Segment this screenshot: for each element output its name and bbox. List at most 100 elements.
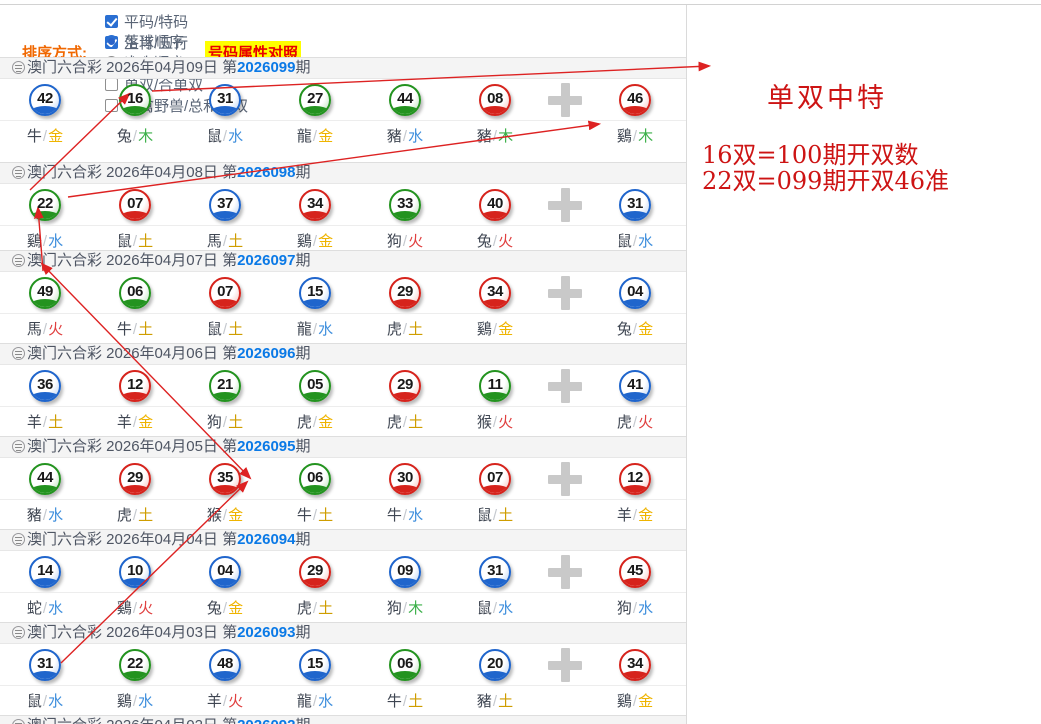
ball-number: 05	[301, 376, 329, 393]
ball-label: 龍/水	[270, 318, 360, 339]
checkbox-icon[interactable]	[105, 78, 118, 91]
element-text: 金	[48, 128, 63, 145]
period-suffix: 期	[296, 59, 311, 76]
lottery-ball: 44	[29, 463, 61, 495]
lottery-ball: 42	[29, 84, 61, 116]
zodiac-text: 兔	[617, 321, 632, 338]
ball-row-divider	[0, 120, 686, 121]
zodiac-text: 虎	[117, 507, 132, 524]
period-prefix: 第	[222, 252, 237, 269]
draw-date: 2026年04月08日	[106, 164, 222, 181]
ball-label: 虎/金	[270, 411, 360, 432]
element-text: 土	[48, 414, 63, 431]
zodiac-text: 牛	[387, 507, 402, 524]
zodiac-text: 虎	[617, 414, 632, 431]
ball-number: 31	[211, 90, 239, 107]
element-text: 土	[138, 321, 153, 338]
element-text: 土	[408, 693, 423, 710]
ball-row-divider	[0, 499, 686, 500]
element-text: 土	[408, 321, 423, 338]
lottery-ball: 49	[29, 277, 61, 309]
element-text: 土	[138, 507, 153, 524]
ball-label: 羊/金	[590, 504, 680, 525]
ball-number: 06	[121, 283, 149, 300]
element-text: 土	[318, 600, 333, 617]
period-prefix: 第	[222, 531, 237, 548]
period-prefix: 第	[222, 164, 237, 181]
element-text: 土	[228, 233, 243, 250]
zodiac-text: 豬	[477, 128, 492, 145]
element-text: 土	[138, 233, 153, 250]
ball-label: 鷄/金	[270, 230, 360, 251]
element-text: 土	[498, 507, 513, 524]
element-text: 火	[638, 414, 653, 431]
lottery-ball: 12	[119, 370, 151, 402]
special-ball: 41	[619, 370, 651, 402]
element-text: 火	[498, 233, 513, 250]
period-suffix: 期	[296, 531, 311, 548]
zodiac-text: 馬	[27, 321, 42, 338]
draw-name: 澳门六合彩	[27, 531, 106, 548]
special-ball: 04	[619, 277, 651, 309]
element-text: 水	[408, 128, 423, 145]
zodiac-text: 鼠	[117, 233, 132, 250]
ball-label: 虎/土	[360, 411, 450, 432]
ball-label: 虎/土	[360, 318, 450, 339]
ball-label: 虎/火	[590, 411, 680, 432]
lottery-ball: 27	[299, 84, 331, 116]
element-text: 木	[138, 128, 153, 145]
period-prefix: 第	[222, 624, 237, 641]
period-suffix: 期	[296, 717, 311, 724]
lottery-ball: 07	[209, 277, 241, 309]
element-text: 火	[228, 693, 243, 710]
lottery-ball: 37	[209, 189, 241, 221]
zodiac-text: 鷄	[27, 233, 42, 250]
lottery-ball: 34	[479, 277, 511, 309]
zodiac-text: 鼠	[477, 600, 492, 617]
ball-number: 29	[301, 562, 329, 579]
lottery-ball: 06	[119, 277, 151, 309]
period-number: 2026097	[237, 252, 295, 269]
secret-icon	[12, 61, 25, 74]
ball-number: 33	[391, 195, 419, 212]
element-text: 木	[408, 600, 423, 617]
ball-number: 46	[621, 90, 649, 107]
draw-date: 2026年04月07日	[106, 252, 222, 269]
ball-label: 狗/火	[360, 230, 450, 251]
element-text: 水	[228, 128, 243, 145]
checkbox-icon[interactable]	[105, 15, 118, 28]
zodiac-text: 兔	[477, 233, 492, 250]
ball-number: 21	[211, 376, 239, 393]
element-text: 水	[48, 233, 63, 250]
ball-label: 豬/土	[450, 690, 540, 711]
radio-icon[interactable]	[105, 35, 118, 48]
ball-label: 鼠/水	[590, 230, 680, 251]
plus-icon	[548, 276, 582, 310]
sort-option-0[interactable]: 落球顺序	[105, 31, 184, 52]
ball-label: 豬/木	[450, 125, 540, 146]
ball-row-divider	[0, 406, 686, 407]
lottery-ball: 14	[29, 556, 61, 588]
ball-label: 狗/木	[360, 597, 450, 618]
plus-icon	[548, 83, 582, 117]
view-option-0[interactable]: 平码/特码	[105, 11, 248, 32]
element-text: 金	[228, 507, 243, 524]
checkbox-icon[interactable]	[105, 99, 118, 112]
element-text: 木	[638, 128, 653, 145]
secret-icon	[12, 533, 25, 546]
zodiac-text: 鼠	[207, 128, 222, 145]
draw-header: 澳门六合彩 2026年04月07日 第2026097期	[0, 250, 686, 272]
ball-label: 鼠/水	[450, 597, 540, 618]
special-ball: 46	[619, 84, 651, 116]
ball-number: 40	[481, 195, 509, 212]
lottery-ball: 06	[389, 649, 421, 681]
lottery-ball: 40	[479, 189, 511, 221]
ball-label: 狗/水	[590, 597, 680, 618]
ball-number: 09	[391, 562, 419, 579]
ball-number: 04	[211, 562, 239, 579]
zodiac-text: 龍	[297, 128, 312, 145]
lottery-ball: 22	[119, 649, 151, 681]
zodiac-text: 鷄	[117, 693, 132, 710]
ball-number: 14	[31, 562, 59, 579]
element-text: 火	[408, 233, 423, 250]
